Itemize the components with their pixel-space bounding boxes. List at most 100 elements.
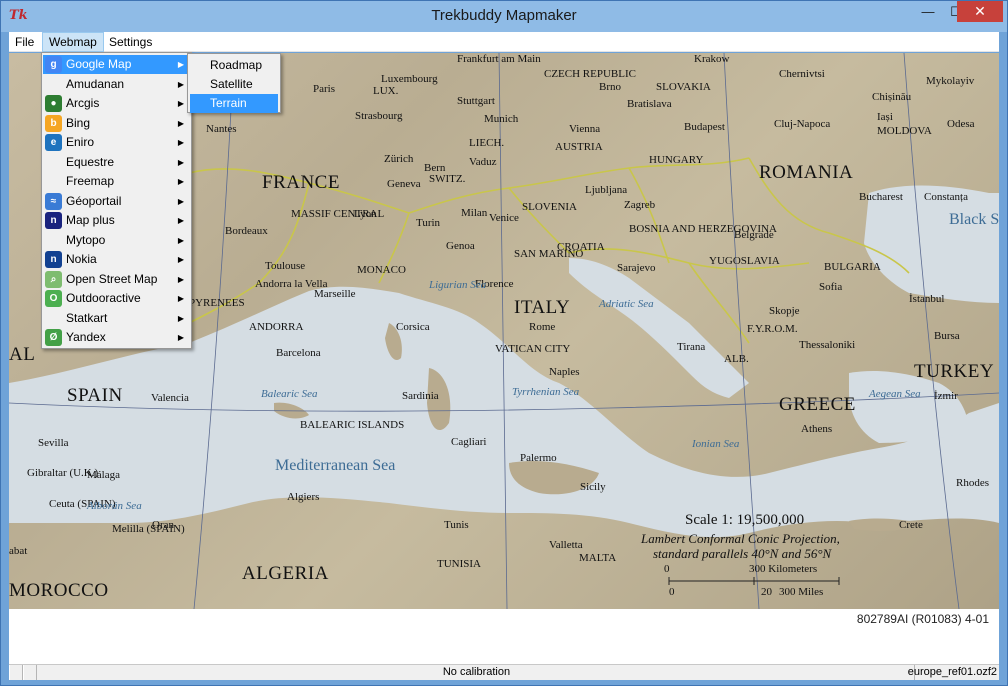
webmap-menu-item[interactable]: Ø Yandex ▶ [43,328,190,347]
map-label: Tunis [444,519,469,531]
map-label: Ljubljana [585,184,628,196]
map-label: Athens [801,423,833,435]
map-label: ALGERIA [242,563,329,584]
map-label: LUX. [373,85,399,97]
map-label: Vaduz [469,156,497,168]
map-label: GREECE [779,394,856,415]
map-label: Budapest [684,121,725,133]
status-cell-2 [23,665,37,680]
map-label: Strasbourg [355,110,403,122]
webmap-menu-item[interactable]: O Outdooractive ▶ [43,289,190,308]
map-label: SLOVAKIA [656,81,711,93]
webmap-menu-item[interactable]: n Map plus ▶ [43,211,190,230]
map-label: AUSTRIA [555,141,603,153]
map-label: TUNISIA [437,558,481,570]
webmap-menu-item[interactable]: ≈ Géoportail ▶ [43,192,190,211]
map-label: Frankfurt am Main [457,53,541,65]
map-label: Rhodes [956,477,989,489]
map-label: Bucharest [859,191,903,203]
webmap-menu-item-label: Géoportail [66,193,122,208]
eniro-icon: e [45,134,62,151]
webmap-menu-item[interactable]: n Nokia ▶ [43,250,190,269]
map-label: Thessaloniki [799,339,856,351]
webmap-menu-item-label: Open Street Map [66,271,158,286]
map-label: Algiers [287,491,320,503]
map-label: FRANCE [262,172,340,193]
map-label: Krakow [694,53,730,65]
map-label: Ligurian Sea [429,279,487,291]
map-label: Bordeaux [225,225,268,237]
webmap-menu-item[interactable]: Amudanan ▶ [43,75,190,94]
menu-settings[interactable]: Settings [103,32,158,52]
webmap-menu-item[interactable]: e Eniro ▶ [43,133,190,152]
webmap-menu-item[interactable]: g Google Map ▶ [43,55,190,74]
webmap-menu-item[interactable]: b Bing ▶ [43,114,190,133]
bing-icon: b [45,114,62,132]
map-label: 300 Miles [779,586,824,598]
map-label: Tirana [677,341,706,353]
webmap-menu-item-label: Map plus [66,213,115,227]
google-map-submenu: Roadmap Satellite Terrain [187,53,281,113]
map-label: Constanța [924,191,968,203]
yandex-icon: Ø [45,329,62,346]
webmap-menu-item[interactable]: Equestre ▶ [43,153,190,172]
submenu-arrow-icon: ▶ [177,99,184,108]
minimize-button[interactable]: — [914,1,942,22]
map-label: Sardinia [402,390,439,402]
webmap-menu-item[interactable]: Statkart ▶ [43,309,190,328]
google-submenu-item[interactable]: Terrain [190,94,278,113]
map-label: LIECH. [469,137,505,149]
submenu-arrow-icon: ▶ [177,118,184,128]
map-label: YUGOSLAVIA [709,255,780,267]
menu-file[interactable]: File [9,32,40,52]
map-label: Tyrrhenian Sea [512,386,580,398]
map-label: Balearic Sea [261,388,318,400]
webmap-menu-item-label: Eniro [66,135,95,149]
google-submenu-item[interactable]: Satellite [190,75,278,94]
submenu-arrow-icon: ▶ [177,216,184,225]
map-label: Milan [461,207,488,219]
map-label: Melilla (SPAIN) [112,523,185,535]
map-label: AL [9,344,36,365]
menu-bar: File Webmap Settings [9,32,999,52]
map-label: SAN MARINO [514,248,584,260]
title-bar[interactable]: Tk Trekbuddy Mapmaker — ☐ ✕ [1,1,1007,32]
webmap-menu-item-label: Yandex [66,330,106,344]
menu-webmap[interactable]: Webmap [42,32,104,52]
google-submenu-item[interactable]: Roadmap [190,56,278,75]
map-label: ROMANIA [759,162,854,183]
map-label: VATICAN CITY [495,343,571,355]
app-window: Tk Trekbuddy Mapmaker — ☐ ✕ File Webmap … [0,0,1008,686]
map-label: Munich [484,113,519,125]
google-icon: g [45,56,62,73]
map-filename: europe_ref01.ozf2 [907,666,997,678]
map-label: HUNGARY [649,154,704,166]
map-label: Naples [549,366,580,378]
webmap-menu-item-label: Nokia [66,252,97,266]
status-cell-1 [9,665,23,680]
webmap-menu-item[interactable]: Freemap ▶ [43,172,190,191]
map-label: ALB. [724,353,749,365]
map-label: Corsica [396,321,430,333]
webmap-menu-item[interactable]: ⌕ Open Street Map ▶ [43,270,190,289]
close-button[interactable]: ✕ [957,1,1003,22]
map-label: 300 Kilometers [749,563,818,575]
map-label: Sevilla [38,437,69,449]
map-label: abat [9,545,28,557]
map-label: Mediterranean Sea [275,457,396,474]
map-label: Crete [899,519,923,531]
submenu-arrow-icon: ▶ [177,255,184,264]
webmap-menu-item[interactable]: ● Arcgis ▶ [43,94,190,113]
webmap-menu-item-label: Mytopo [66,232,106,247]
map-label: Iași [877,111,893,123]
submenu-arrow-icon: ▶ [177,60,184,69]
webmap-menu-item[interactable]: Mytopo ▶ [43,231,190,250]
submenu-arrow-icon: ▶ [177,333,184,342]
webmap-menu-item-label: Amudanan [66,76,125,91]
map-label: Lyon [354,208,377,220]
map-label: MOLDOVA [877,125,932,137]
info-panel: 802789AI (R01083) 4-01 [9,609,999,664]
map-label: Cluj-Napoca [774,118,831,130]
map-label: İzmir [934,390,958,402]
map-label: Toulouse [265,260,306,272]
